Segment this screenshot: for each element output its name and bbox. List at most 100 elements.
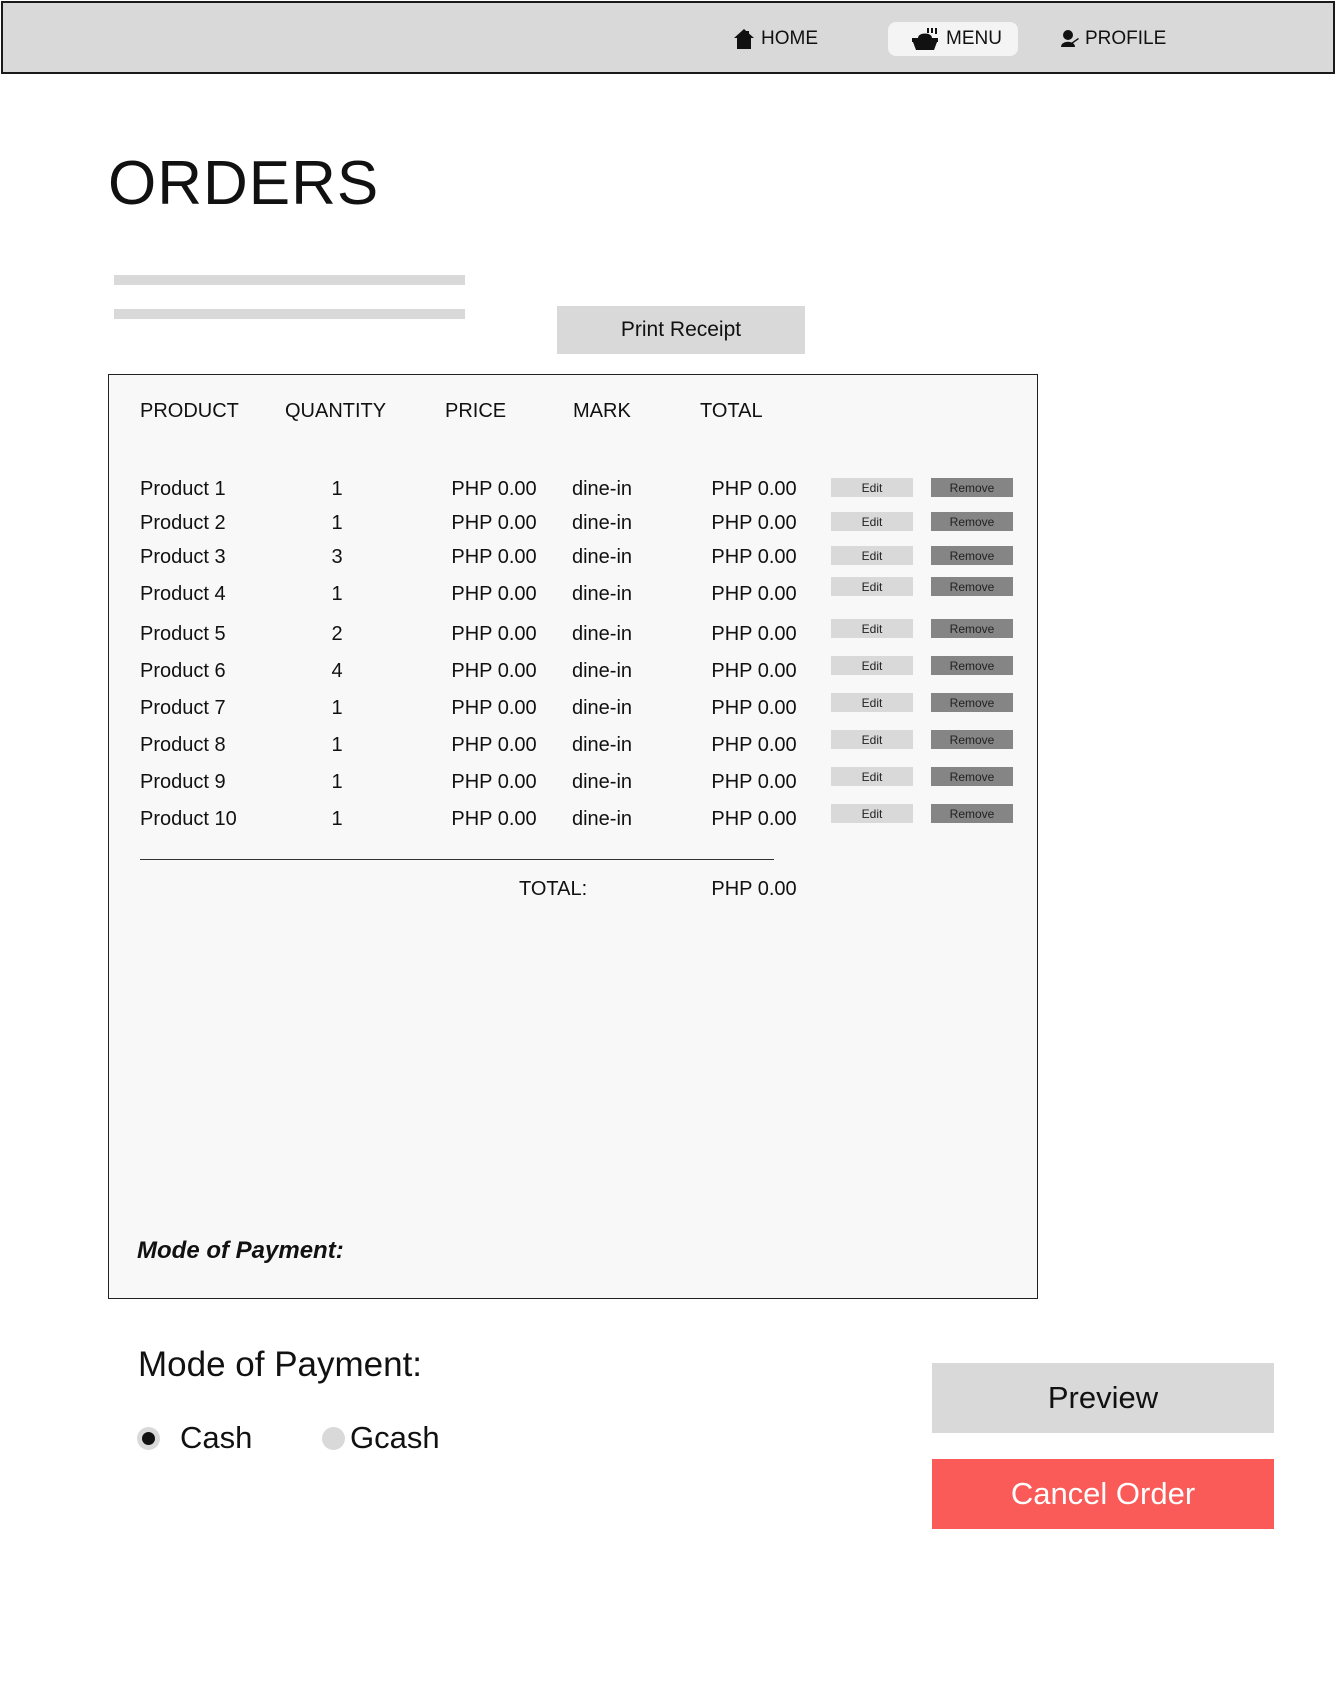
quantity-cell: 1 <box>331 583 343 605</box>
product-cell: Product 2 <box>140 512 226 534</box>
home-icon <box>733 28 755 50</box>
quantity-cell: 1 <box>331 771 343 793</box>
receipt-payment-mode-label: Mode of Payment: <box>137 1237 344 1264</box>
top-nav-bar: HOME MENU PROFILE <box>1 1 1335 74</box>
receipt-panel: PRODUCT QUANTITY PRICE MARK TOTAL Produc… <box>108 374 1038 1299</box>
total-cell: PHP 0.00 <box>711 771 797 793</box>
quantity-cell: 1 <box>331 697 343 719</box>
total-cell: PHP 0.00 <box>711 583 797 605</box>
placeholder-text-line <box>114 309 465 319</box>
payment-option-label: Cash <box>180 1420 253 1455</box>
remove-button[interactable]: Remove <box>931 478 1013 497</box>
cancel-order-button[interactable]: Cancel Order <box>932 1459 1274 1529</box>
mark-cell: dine-in <box>571 583 633 605</box>
remove-button[interactable]: Remove <box>931 577 1013 596</box>
placeholder-text-line <box>114 275 465 285</box>
column-header-price: PRICE <box>445 400 507 422</box>
nav-item-label: MENU <box>946 28 1002 49</box>
table-row: Product 7 1 PHP 0.00 dine-in PHP 0.00 Ed… <box>109 693 1037 722</box>
product-cell: Product 6 <box>140 660 226 682</box>
remove-button[interactable]: Remove <box>931 656 1013 675</box>
remove-button[interactable]: Remove <box>931 767 1013 786</box>
quantity-cell: 2 <box>331 623 343 645</box>
user-icon <box>1059 29 1079 49</box>
table-row: Product 10 1 PHP 0.00 dine-in PHP 0.00 E… <box>109 804 1037 833</box>
product-cell: Product 4 <box>140 583 226 605</box>
mark-cell: dine-in <box>571 512 633 534</box>
quantity-cell: 3 <box>331 546 343 568</box>
total-cell: PHP 0.00 <box>711 478 797 500</box>
remove-button[interactable]: Remove <box>931 730 1013 749</box>
print-receipt-button[interactable]: Print Receipt <box>557 306 805 354</box>
nav-item-menu[interactable]: MENU <box>888 22 1018 56</box>
table-row: Product 9 1 PHP 0.00 dine-in PHP 0.00 Ed… <box>109 767 1037 796</box>
product-cell: Product 1 <box>140 478 226 500</box>
total-cell: PHP 0.00 <box>711 808 797 830</box>
food-tray-icon <box>910 27 940 51</box>
quantity-cell: 1 <box>331 734 343 756</box>
product-cell: Product 10 <box>140 808 237 830</box>
edit-button[interactable]: Edit <box>831 512 913 531</box>
quantity-cell: 4 <box>331 660 343 682</box>
grand-total-label: TOTAL: <box>519 878 588 900</box>
radio-unselected-icon[interactable] <box>322 1426 345 1450</box>
nav-item-label: HOME <box>761 28 818 49</box>
remove-button[interactable]: Remove <box>931 619 1013 638</box>
quantity-cell: 1 <box>331 512 343 534</box>
table-row: Product 2 1 PHP 0.00 dine-in PHP 0.00 Ed… <box>109 509 1037 537</box>
edit-button[interactable]: Edit <box>831 478 913 497</box>
remove-button[interactable]: Remove <box>931 512 1013 531</box>
payment-mode-title: Mode of Payment: <box>138 1345 423 1384</box>
radio-selected-icon[interactable] <box>137 1426 160 1450</box>
nav-item-home[interactable]: HOME <box>733 22 818 56</box>
total-cell: PHP 0.00 <box>711 734 797 756</box>
nav-item-profile[interactable]: PROFILE <box>1059 22 1166 56</box>
remove-button[interactable]: Remove <box>931 804 1013 823</box>
table-row: Product 3 3 PHP 0.00 dine-in PHP 0.00 Ed… <box>109 543 1037 571</box>
mark-cell: dine-in <box>571 478 633 500</box>
total-cell: PHP 0.00 <box>711 660 797 682</box>
mark-cell: dine-in <box>571 623 633 645</box>
mark-cell: dine-in <box>571 808 633 830</box>
edit-button[interactable]: Edit <box>831 693 913 712</box>
column-header-product: PRODUCT <box>140 400 239 422</box>
table-row: Product 8 1 PHP 0.00 dine-in PHP 0.00 Ed… <box>109 730 1037 759</box>
mark-cell: dine-in <box>571 660 633 682</box>
quantity-cell: 1 <box>331 478 343 500</box>
total-divider <box>140 859 774 860</box>
product-cell: Product 3 <box>140 546 226 568</box>
remove-button[interactable]: Remove <box>931 546 1013 565</box>
mark-cell: dine-in <box>571 546 633 568</box>
table-row: Product 1 1 PHP 0.00 dine-in PHP 0.00 Ed… <box>109 475 1037 503</box>
total-cell: PHP 0.00 <box>711 512 797 534</box>
mark-cell: dine-in <box>571 734 633 756</box>
product-cell: Product 7 <box>140 697 226 719</box>
edit-button[interactable]: Edit <box>831 656 913 675</box>
product-cell: Product 5 <box>140 623 226 645</box>
table-row: Product 4 1 PHP 0.00 dine-in PHP 0.00 Ed… <box>109 577 1037 608</box>
payment-option-label: Gcash <box>350 1420 440 1455</box>
product-cell: Product 9 <box>140 771 226 793</box>
edit-button[interactable]: Edit <box>831 619 913 638</box>
nav-item-label: PROFILE <box>1085 28 1167 49</box>
column-header-quantity: QUANTITY <box>285 400 387 422</box>
edit-button[interactable]: Edit <box>831 577 913 596</box>
edit-button[interactable]: Edit <box>831 546 913 565</box>
product-cell: Product 8 <box>140 734 226 756</box>
edit-button[interactable]: Edit <box>831 730 913 749</box>
mark-cell: dine-in <box>571 771 633 793</box>
remove-button[interactable]: Remove <box>931 693 1013 712</box>
total-cell: PHP 0.00 <box>711 697 797 719</box>
quantity-cell: 1 <box>331 808 343 830</box>
table-row: Product 6 4 PHP 0.00 dine-in PHP 0.00 Ed… <box>109 656 1037 685</box>
total-cell: PHP 0.00 <box>711 546 797 568</box>
page-title: ORDERS <box>108 149 380 218</box>
column-header-mark: MARK <box>573 400 631 422</box>
payment-option-cash[interactable]: Cash <box>137 1419 252 1457</box>
mark-cell: dine-in <box>571 697 633 719</box>
payment-option-gcash[interactable]: Gcash <box>322 1419 440 1457</box>
edit-button[interactable]: Edit <box>831 767 913 786</box>
preview-button[interactable]: Preview <box>932 1363 1274 1433</box>
column-header-total: TOTAL <box>700 400 763 422</box>
edit-button[interactable]: Edit <box>831 804 913 823</box>
